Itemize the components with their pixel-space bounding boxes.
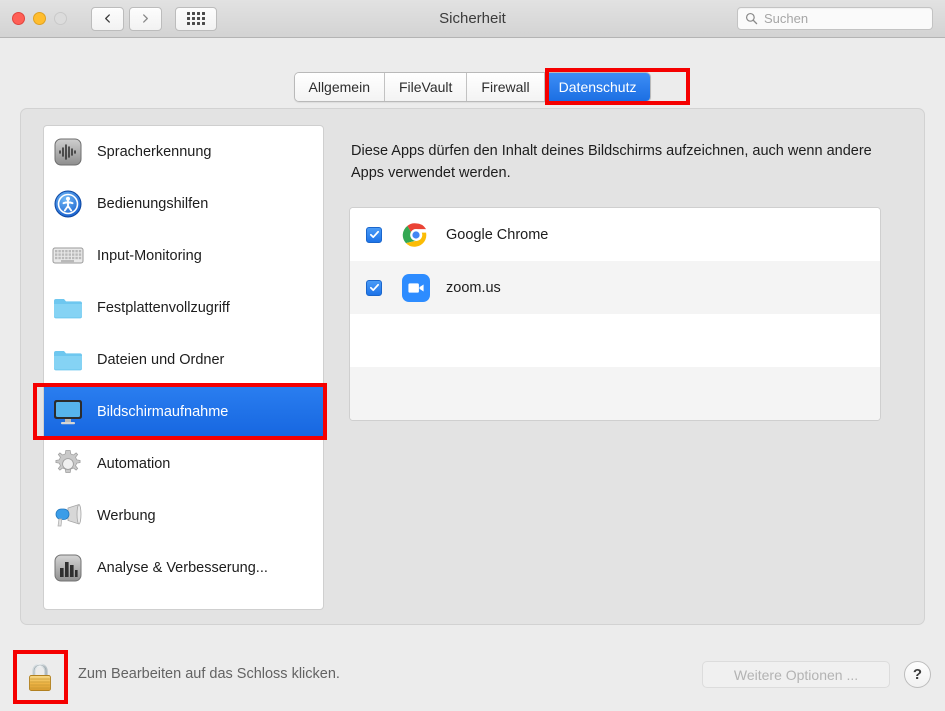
bar-chart-icon [52, 552, 84, 584]
sidebar-item-label: Bedienungshilfen [97, 196, 209, 212]
close-window-button[interactable] [12, 12, 25, 25]
sidebar-item-festplattenvollzugriff[interactable]: Festplattenvollzugriff [44, 282, 323, 334]
sidebar-item-label: Festplattenvollzugriff [97, 300, 230, 316]
list-item-empty [350, 367, 880, 420]
keyboard-icon [52, 240, 84, 272]
app-checkbox[interactable] [366, 279, 382, 296]
allowed-apps-list[interactable]: Google Chrome zoom.us [349, 207, 881, 421]
sidebar-item-label: Automation [97, 456, 171, 472]
list-item[interactable]: Google Chrome [350, 208, 880, 261]
tab-bar: Allgemein FileVault Firewall Datenschutz [0, 72, 945, 102]
app-checkbox[interactable] [366, 226, 382, 243]
grid-icon [187, 12, 205, 25]
sidebar-item-bedienungshilfen[interactable]: Bedienungshilfen [44, 178, 323, 230]
list-item-empty [350, 314, 880, 367]
help-button[interactable]: ? [904, 661, 931, 688]
waveform-icon [52, 136, 84, 168]
window-titlebar: Sicherheit Suchen [0, 0, 945, 38]
app-name: zoom.us [446, 279, 501, 296]
folder-icon [52, 292, 84, 324]
list-item[interactable]: zoom.us [350, 261, 880, 314]
lock-button[interactable] [20, 655, 60, 699]
more-options-button[interactable]: Weitere Optionen ... [702, 661, 890, 688]
sidebar-item-label: Bildschirmaufnahme [97, 404, 229, 420]
sidebar-item-label: Input-Monitoring [97, 248, 202, 264]
navigation-buttons [91, 6, 162, 31]
lock-closed-icon [29, 663, 51, 691]
privacy-category-list[interactable]: Spracherkennung Bedienungshilfen Input-M… [43, 125, 324, 610]
pane-description: Diese Apps dürfen den Inhalt deines Bild… [351, 143, 872, 181]
show-all-button[interactable] [175, 6, 217, 31]
tab-firewall[interactable]: Firewall [467, 73, 545, 101]
forward-button[interactable] [129, 6, 162, 31]
minimize-window-button[interactable] [33, 12, 46, 25]
sidebar-item-label: Dateien und Ordner [97, 352, 225, 368]
sidebar-item-analyse-verbesserung[interactable]: Analyse & Verbesserung... [44, 542, 323, 594]
checkmark-icon [369, 230, 379, 239]
folder-icon [52, 344, 84, 376]
search-icon [745, 12, 758, 25]
search-input[interactable]: Suchen [764, 11, 808, 26]
megaphone-icon [52, 500, 84, 532]
list-item-empty [350, 420, 880, 421]
sidebar-item-automation[interactable]: Automation [44, 438, 323, 490]
checkmark-icon [369, 283, 379, 292]
back-button[interactable] [91, 6, 124, 31]
chevron-right-icon [143, 14, 148, 23]
zoom-window-button [54, 12, 67, 25]
zoom-icon [402, 273, 430, 302]
preferences-panel: Spracherkennung Bedienungshilfen Input-M… [20, 108, 925, 625]
chrome-icon [402, 221, 430, 249]
tab-filevault[interactable]: FileVault [384, 73, 468, 101]
sidebar-item-dateien-und-ordner[interactable]: Dateien und Ordner [44, 334, 323, 386]
lock-hint-text: Zum Bearbeiten auf das Schloss klicken. [78, 666, 340, 682]
app-name: Google Chrome [446, 226, 549, 243]
accessibility-icon [52, 188, 84, 220]
sidebar-item-spracherkennung[interactable]: Spracherkennung [44, 126, 323, 178]
privacy-detail-pane: Diese Apps dürfen den Inhalt deines Bild… [335, 125, 903, 610]
search-field[interactable]: Suchen [737, 7, 933, 30]
sidebar-item-label: Spracherkennung [97, 144, 212, 160]
sidebar-item-label: Werbung [97, 508, 156, 524]
tab-allgemein[interactable]: Allgemein [294, 73, 385, 101]
tab-datenschutz[interactable]: Datenschutz [544, 73, 651, 101]
sidebar-item-bildschirmaufnahme[interactable]: Bildschirmaufnahme [44, 386, 323, 438]
display-icon [52, 396, 84, 428]
sidebar-item-label: Analyse & Verbesserung... [97, 560, 268, 576]
sidebar-item-input-monitoring[interactable]: Input-Monitoring [44, 230, 323, 282]
gear-icon [52, 448, 84, 480]
traffic-lights [12, 12, 67, 25]
chevron-left-icon [105, 14, 110, 23]
sidebar-item-werbung[interactable]: Werbung [44, 490, 323, 542]
